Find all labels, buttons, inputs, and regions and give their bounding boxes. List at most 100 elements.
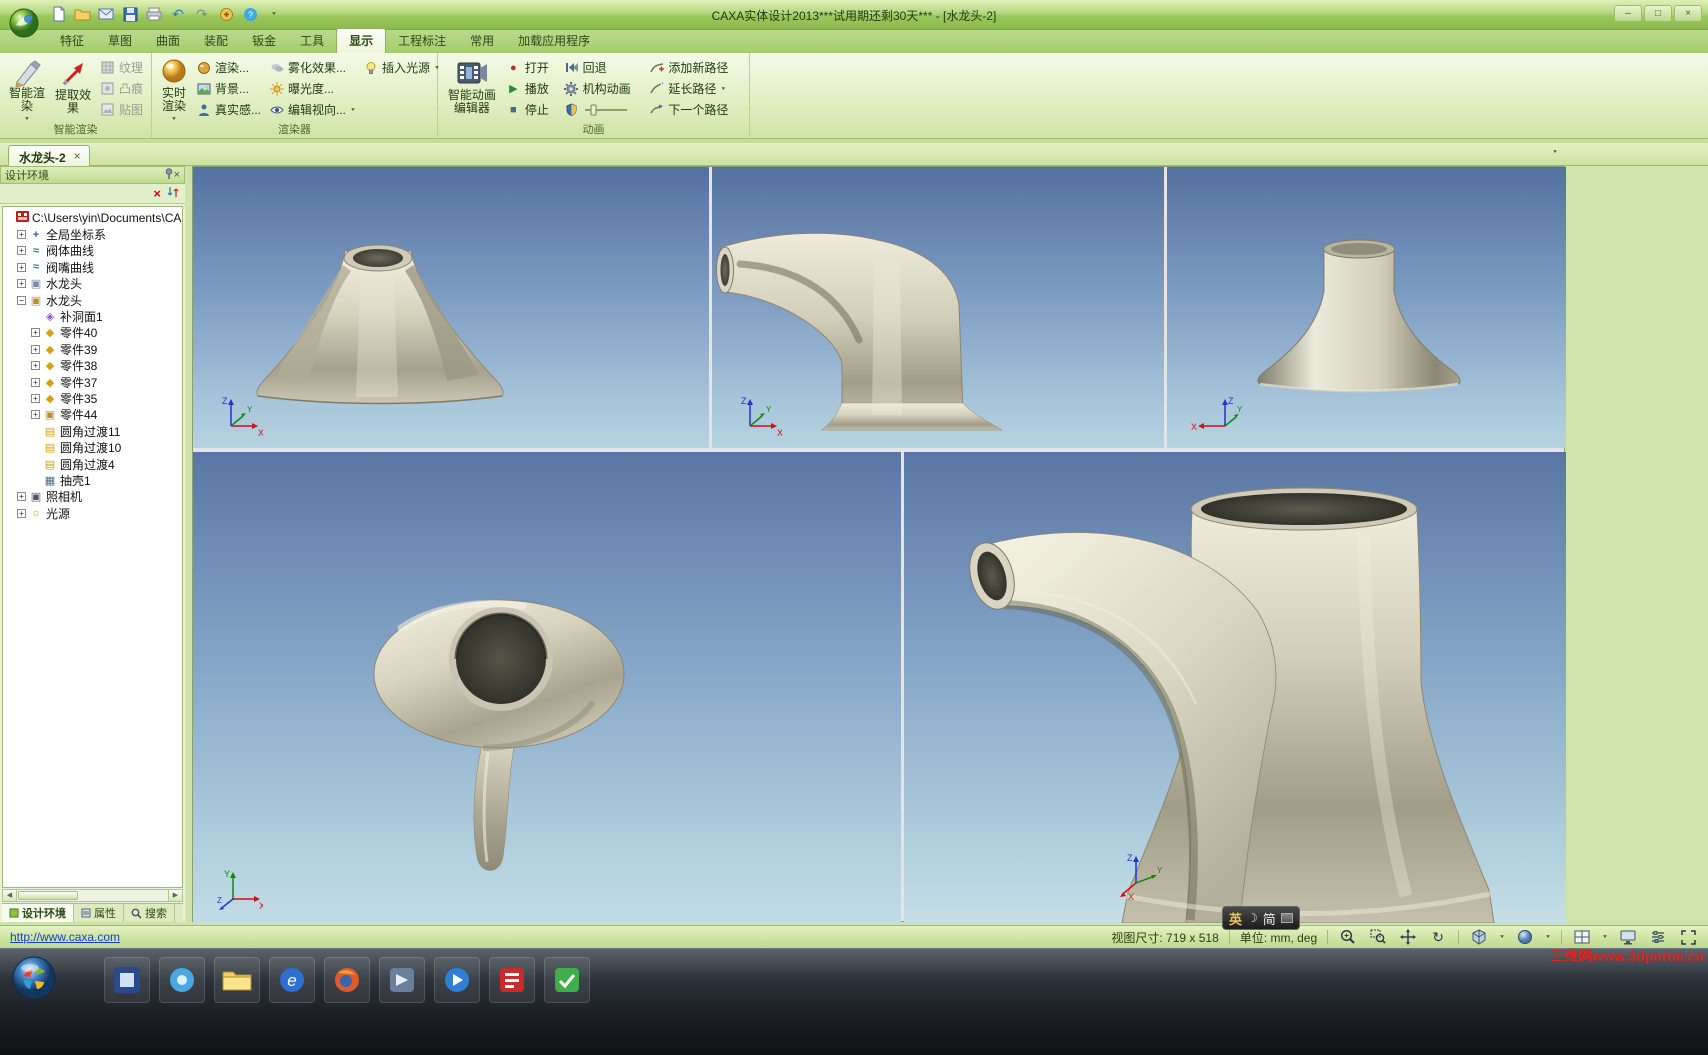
play-button[interactable]: ▶ 播放 [502, 78, 560, 99]
render-options-icon[interactable] [1648, 928, 1668, 946]
mechanism-animation-button[interactable]: 机构动画 [560, 78, 646, 99]
tree-item-camera[interactable]: ▣ 照相机 [3, 489, 182, 505]
smart-animation-editor-button[interactable]: 智能动画编辑器 [442, 55, 502, 123]
tree-item-part-37[interactable]: ◆ 零件37 [3, 374, 182, 390]
taskbar-app-2[interactable] [159, 957, 205, 1003]
taskbar-folder-icon[interactable] [214, 957, 260, 1003]
edit-view-direction-button[interactable]: 编辑视向... ▼ [265, 99, 360, 120]
tree-item-part-38[interactable]: ◆ 零件38 [3, 358, 182, 374]
expand-icon[interactable] [17, 246, 26, 256]
tab-search[interactable]: 搜索 [124, 904, 175, 922]
help-icon[interactable]: ? [240, 4, 260, 24]
view-back[interactable]: Z X Y [1167, 167, 1566, 448]
tab-surface[interactable]: 曲面 [144, 29, 192, 53]
document-tab-faucet-2[interactable]: 水龙头-2 [8, 145, 90, 166]
tree-item-fillet-11[interactable]: ▤ 圆角过渡11 [3, 423, 182, 439]
layout-grid-icon[interactable] [1572, 928, 1592, 946]
delete-red-x-icon[interactable]: × [153, 186, 161, 201]
decal-button[interactable]: 贴图 [96, 99, 147, 120]
scrollbar-thumb[interactable] [18, 891, 78, 900]
fullscreen-icon[interactable] [1678, 928, 1698, 946]
tree-item-faucet-assembly[interactable]: ▣ 水龙头 [3, 292, 182, 308]
tree-item-part-35[interactable]: ◆ 零件35 [3, 390, 182, 406]
tab-engineering-annotation[interactable]: 工程标注 [386, 29, 458, 53]
collapse-icon[interactable] [17, 295, 26, 305]
tree-item-part-44[interactable]: ▣ 零件44 [3, 407, 182, 423]
expand-icon[interactable] [17, 230, 26, 240]
taskbar-app-5[interactable] [544, 957, 590, 1003]
tree-item-patch-surface-1[interactable]: ◈ 补洞面1 [3, 308, 182, 324]
chevron-down-icon[interactable]: ▼ [1545, 935, 1551, 940]
expand-icon[interactable] [31, 377, 40, 387]
view-front[interactable]: Z X Y [193, 167, 709, 448]
view-perspective[interactable]: Z Y X [904, 452, 1566, 923]
moon-icon[interactable]: ☽ [1247, 911, 1258, 925]
tab-addins[interactable]: 加载应用程序 [506, 29, 602, 53]
tab-tools[interactable]: 工具 [288, 29, 336, 53]
rotate-view-icon[interactable]: ↻ [1428, 928, 1448, 946]
minimize-button[interactable] [1614, 5, 1642, 22]
add-new-path-button[interactable]: 添加新路径 [645, 57, 745, 78]
print-icon[interactable] [144, 4, 164, 24]
open-animation-button[interactable]: ● 打开 [502, 57, 560, 78]
tab-sheet-metal[interactable]: 钣金 [240, 29, 288, 53]
pin-icon[interactable] [164, 167, 174, 183]
undo-icon[interactable]: ↶ [168, 4, 188, 24]
stop-button[interactable]: ■ 停止 [502, 99, 560, 120]
display-mode-icon[interactable] [1515, 928, 1535, 946]
tab-design-environment[interactable]: 设计环境 [2, 904, 74, 922]
render-settings-button[interactable]: 渲染... [192, 57, 265, 78]
tree-item-fillet-4[interactable]: ▤ 圆角过渡4 [3, 456, 182, 472]
start-button[interactable] [10, 954, 58, 1005]
scroll-left-icon[interactable] [3, 890, 17, 901]
view-right[interactable]: Z X Y [712, 167, 1164, 448]
expand-icon[interactable] [31, 393, 40, 403]
tree-item-part-39[interactable]: ◆ 零件39 [3, 341, 182, 357]
expand-icon[interactable] [17, 492, 26, 502]
tree-item-valve-body-curve[interactable]: ≈ 阀体曲线 [3, 243, 182, 259]
new-file-icon[interactable] [48, 4, 68, 24]
pan-icon[interactable] [1398, 928, 1418, 946]
expand-icon[interactable] [17, 262, 26, 272]
save-icon[interactable] [120, 4, 140, 24]
smart-render-button[interactable]: 智能渲染 ▼ [4, 55, 50, 123]
document-list-dropdown-icon[interactable]: ▼ [1552, 150, 1558, 155]
panel-close-icon[interactable] [174, 169, 180, 181]
texture-button[interactable]: 纹理 [96, 57, 147, 78]
ime-charset-indicator[interactable]: 简 [1263, 909, 1276, 928]
expand-icon[interactable] [31, 344, 40, 354]
zoom-in-icon[interactable] [1338, 928, 1358, 946]
app-logo[interactable] [8, 7, 40, 39]
tree-item-fillet-10[interactable]: ▤ 圆角过渡10 [3, 439, 182, 455]
tree-item-valve-mouth-curve[interactable]: ≈ 阀嘴曲线 [3, 259, 182, 275]
tree-item-part-40[interactable]: ◆ 零件40 [3, 325, 182, 341]
tree-item-global-coordinate-system[interactable]: + 全局坐标系 [3, 226, 182, 242]
tab-common[interactable]: 常用 [458, 29, 506, 53]
bump-button[interactable]: 凸痕 [96, 78, 147, 99]
taskbar-browser-icon[interactable]: e [269, 957, 315, 1003]
zoom-window-icon[interactable] [1368, 928, 1388, 946]
appearance-icon[interactable] [1618, 928, 1638, 946]
realistic-button[interactable]: 真实感... [192, 99, 265, 120]
tab-assembly[interactable]: 装配 [192, 29, 240, 53]
close-icon[interactable] [74, 149, 81, 163]
tab-feature[interactable]: 特征 [48, 29, 96, 53]
animation-speed-slider[interactable] [560, 99, 646, 120]
rewind-button[interactable]: 回退 [560, 57, 646, 78]
redo-icon[interactable]: ↷ [192, 4, 212, 24]
convert-icon[interactable] [216, 4, 236, 24]
ime-language-bar[interactable]: 英 ☽ 简 [1222, 906, 1300, 930]
tab-properties[interactable]: 属性 [74, 904, 124, 922]
ime-language-indicator[interactable]: 英 [1229, 909, 1242, 928]
tree-item-faucet-part[interactable]: ▣ 水龙头 [3, 276, 182, 292]
expand-icon[interactable] [17, 279, 26, 289]
scroll-right-icon[interactable] [168, 890, 182, 901]
qat-more-icon[interactable]: ▼ [264, 6, 284, 22]
maximize-button[interactable] [1644, 5, 1672, 22]
expand-icon[interactable] [17, 508, 26, 518]
caxa-website-link[interactable]: http://www.caxa.com [10, 930, 120, 944]
taskbar-app-1[interactable] [104, 957, 150, 1003]
background-button[interactable]: 背景... [192, 78, 265, 99]
open-folder-icon[interactable] [72, 4, 92, 24]
fog-effect-button[interactable]: 雾化效果... [265, 57, 360, 78]
